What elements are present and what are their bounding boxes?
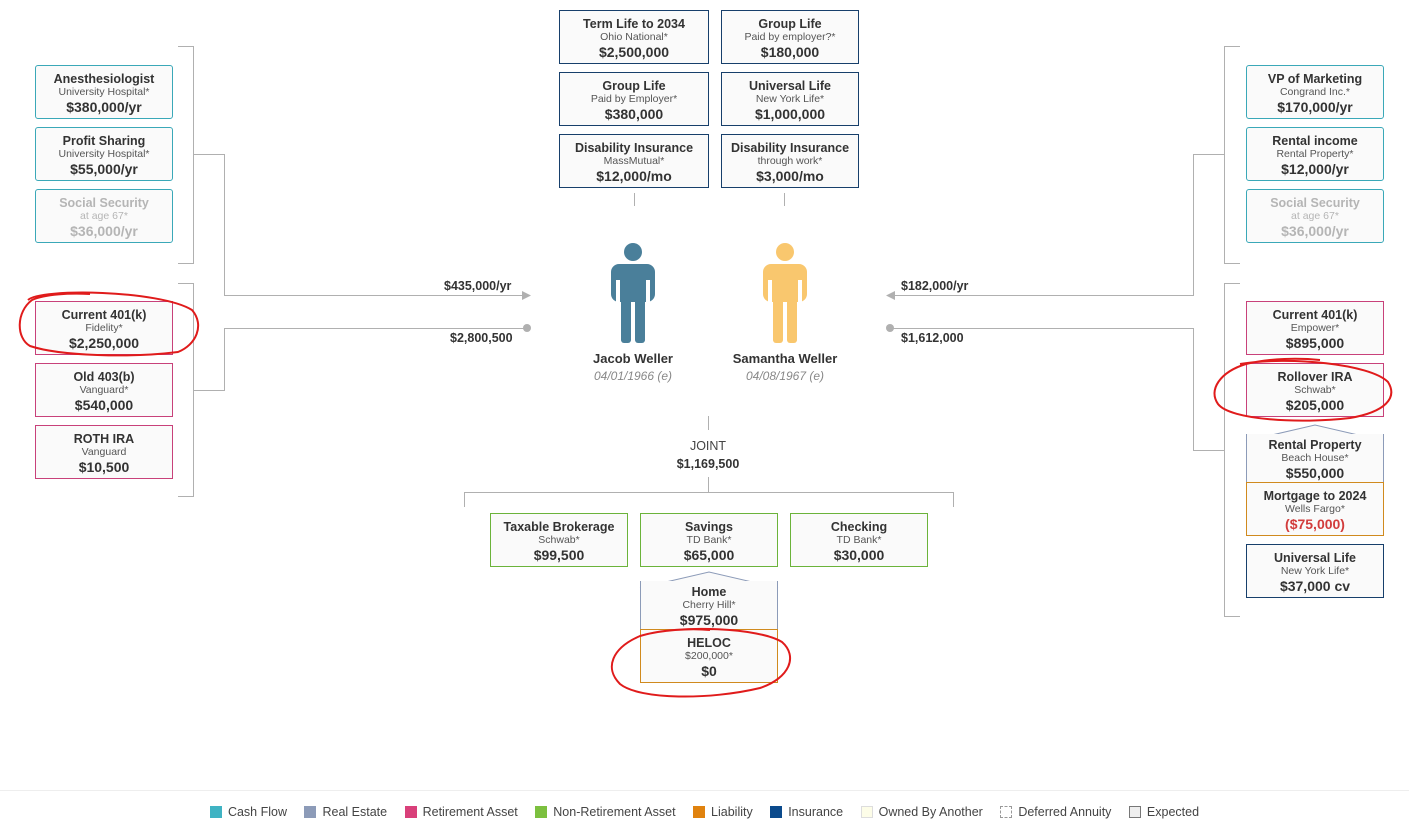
legend-label: Cash Flow [227,805,287,819]
legend-item-cash-flow: Cash Flow [209,805,287,819]
legend-swatch [860,806,873,818]
legend-label: Insurance [788,805,844,819]
legend-item-owned-by-another: Owned By Another [860,805,983,819]
legend-swatch [693,806,706,818]
legend-swatch [404,806,417,818]
legend-swatch [1000,806,1013,818]
annotation-circle [610,627,792,698]
legend-item-expected: Expected [1128,805,1200,819]
legend-swatch [770,806,783,818]
legend-swatch [304,806,317,818]
legend-item-deferred-annuity: Deferred Annuity [1000,805,1111,819]
legend-item-non-retirement-asset: Non-Retirement Asset [535,805,676,819]
annotation-circles [18,291,1393,698]
legend-item-real-estate: Real Estate [304,805,387,819]
annotation-circle [18,291,200,357]
legend-item-insurance: Insurance [770,805,843,819]
legend-label: Real Estate [322,805,388,819]
legend-label: Non-Retirement Asset [553,805,676,819]
annotation-circle [1213,357,1393,422]
legend-item-retirement-asset: Retirement Asset [404,805,518,819]
footer-divider [0,790,1409,791]
legend-label: Deferred Annuity [1018,805,1112,819]
legend-swatch [1128,806,1141,818]
legend-label: Retirement Asset [422,805,518,819]
legend: Cash Flow Real Estate Retirement Asset N… [0,805,1409,819]
legend-label: Liability [711,805,753,819]
legend-label: Expected [1146,805,1200,819]
legend-label: Owned By Another [878,805,983,819]
legend-swatch [209,806,222,818]
legend-item-liability: Liability [693,805,753,819]
legend-swatch [535,806,548,818]
